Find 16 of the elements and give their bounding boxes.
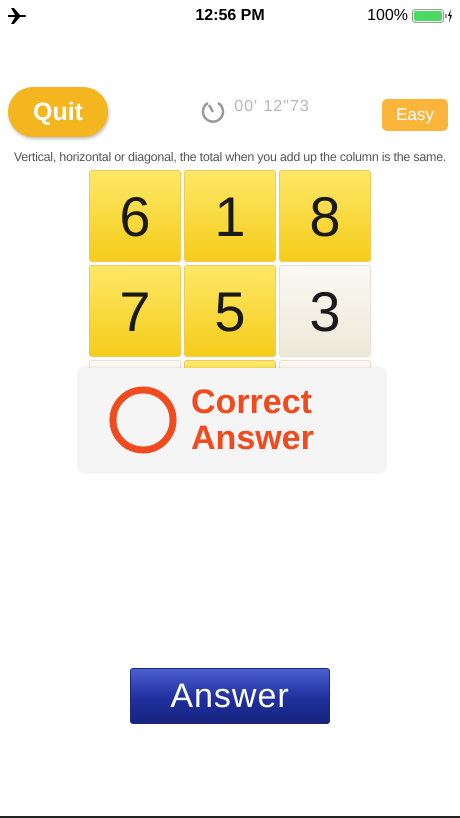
number-tile[interactable]: 8 xyxy=(279,170,371,262)
instruction-text: Vertical, horizontal or diagonal, the total when you add up the column is the same. xyxy=(12,150,448,164)
timer-text: 00' 12"73 xyxy=(234,98,310,116)
result-text: Correct Answer xyxy=(191,384,314,456)
battery-icon xyxy=(412,8,452,24)
status-time: 12:56 PM xyxy=(194,7,266,25)
airplane-icon xyxy=(8,8,28,24)
battery-percentage: 100% xyxy=(367,7,408,25)
number-tile[interactable]: 6 xyxy=(89,170,181,262)
circle-icon xyxy=(109,386,177,454)
number-tile[interactable]: 7 xyxy=(89,265,181,357)
answer-button[interactable]: Answer xyxy=(130,668,330,724)
stopwatch-icon xyxy=(200,99,226,125)
number-tile[interactable]: 3 xyxy=(279,265,371,357)
number-tile[interactable]: 1 xyxy=(184,170,276,262)
number-tile[interactable]: 5 xyxy=(184,265,276,357)
